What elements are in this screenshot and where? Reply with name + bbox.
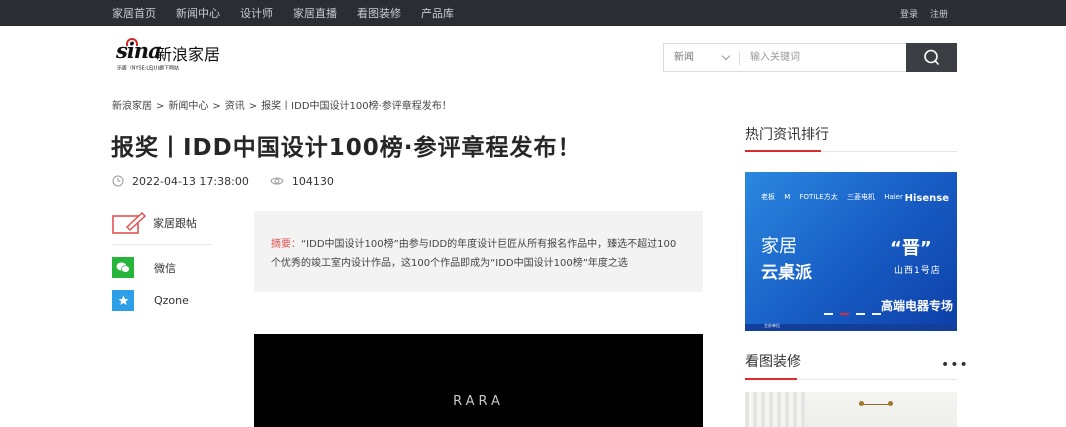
share-qzone-button[interactable]: Qzone (112, 290, 212, 311)
search-input[interactable] (740, 44, 907, 71)
top-nav: 家居首页 新闻中心 设计师 家居直播 看图装修 产品库 (112, 0, 474, 26)
breadcrumb-current: 报奖丨IDD中国设计100榜·参评章程发布！ (261, 101, 452, 112)
site-logo[interactable]: sina 新浪家居 乐居（NYSE:LEJU)旗下网站 (112, 36, 237, 76)
account-links: 登录 注册 (888, 0, 948, 26)
breadcrumb-separator: > (248, 101, 258, 112)
ad-dot[interactable] (856, 313, 865, 315)
top-nav-products[interactable]: 产品库 (421, 5, 454, 21)
ad-logo: FOTILE方太 (799, 193, 838, 201)
top-nav-home[interactable]: 家居首页 (112, 5, 156, 21)
view-count: 104130 (291, 174, 334, 188)
search-icon (924, 49, 940, 66)
hot-news-accent (745, 150, 821, 152)
logo-name: 新浪家居 (156, 45, 221, 64)
ad-headline-2: 云桌派 (761, 263, 812, 283)
breadcrumb-info[interactable]: 资讯 (225, 101, 245, 112)
share-wechat-button[interactable]: 微信 (112, 257, 212, 278)
qzone-label: Qzone (154, 294, 189, 307)
ad-footnote: 主办单位 (764, 323, 781, 329)
summary-text: “IDD中国设计100榜”由参与IDD的年度设计巨匠从所有报名作品中，臻选不超过… (271, 239, 677, 269)
breadcrumb: 新浪家居 > 新闻中心 > 资讯 > 报奖丨IDD中国设计100榜·参评章程发布！ (112, 97, 452, 112)
breadcrumb-separator: > (156, 101, 165, 112)
gallery-thumbnail[interactable] (745, 392, 957, 427)
publish-time: 2022-04-13 17:38:00 (132, 174, 249, 188)
ad-dot-active[interactable] (840, 313, 849, 315)
ad-quote-subtitle: 山西1号店 (894, 266, 941, 276)
clock-icon (112, 175, 124, 187)
ad-bottom-caption: 高端电器专场 (881, 299, 954, 313)
top-nav-designer[interactable]: 设计师 (240, 5, 273, 21)
chevron-down-icon[interactable] (721, 51, 731, 61)
gallery-title: 看图装修 (745, 354, 801, 370)
ad-carousel-dots[interactable] (824, 313, 888, 315)
register-link[interactable]: 注册 (930, 7, 948, 20)
search-bar: 新闻 (663, 43, 957, 72)
top-nav-live[interactable]: 家居直播 (293, 5, 337, 21)
ad-quote: “晋” (890, 238, 932, 259)
top-nav-gallery[interactable]: 看图装修 (357, 5, 401, 21)
search-category-select[interactable]: 新闻 (674, 44, 694, 71)
more-icon[interactable]: ••• (941, 357, 969, 373)
login-link[interactable]: 登录 (900, 7, 918, 20)
follow-comment-label: 家居跟帖 (153, 216, 197, 230)
ad-logo: 三菱电机 (846, 193, 875, 201)
article-summary: 摘要：“IDD中国设计100榜”由参与IDD的年度设计巨匠从所有报名作品中，臻选… (254, 211, 703, 292)
ad-dot[interactable] (824, 313, 833, 315)
thumbnail-lamp (859, 401, 893, 406)
breadcrumb-separator: > (212, 101, 221, 112)
ad-dot[interactable] (872, 313, 881, 315)
article-video[interactable]: RARA (254, 334, 703, 427)
share-panel: 家居跟帖 微信 Qzone (112, 209, 212, 311)
gallery-accent (745, 378, 797, 380)
article-title: 报奖丨IDD中国设计100榜·参评章程发布！ (111, 135, 582, 161)
logo-subtitle: 乐居（NYSE:LEJU)旗下网站 (117, 65, 179, 72)
logo-mark: sina (116, 38, 162, 63)
thumbnail-curtain (745, 392, 805, 427)
ad-logo: 老板 (761, 193, 775, 201)
search-button[interactable] (906, 43, 957, 72)
follow-comment-button[interactable]: 家居跟帖 (112, 209, 212, 245)
video-brand: RARA (453, 394, 504, 409)
edit-icon (112, 211, 146, 234)
article-meta: 2022-04-13 17:38:00 104130 (112, 173, 334, 189)
ad-logo: M (784, 193, 791, 201)
ad-banner[interactable]: 老板 M FOTILE方太 三菱电机 Haier Hisense 家居 云桌派 … (745, 172, 957, 331)
summary-label: 摘要： (271, 239, 301, 250)
hot-news-title: 热门资讯排行 (745, 127, 829, 143)
qzone-star-icon (112, 290, 134, 311)
top-nav-news[interactable]: 新闻中心 (176, 5, 220, 21)
breadcrumb-home[interactable]: 新浪家居 (112, 101, 152, 112)
ad-hisense-logo: Hisense (904, 193, 949, 204)
eye-icon (270, 177, 284, 185)
breadcrumb-news[interactable]: 新闻中心 (168, 101, 208, 112)
wechat-label: 微信 (154, 261, 176, 275)
top-bar: 家居首页 新闻中心 设计师 家居直播 看图装修 产品库 登录 注册 (0, 0, 1066, 26)
ad-headline-1: 家居 (761, 236, 797, 257)
wechat-icon (112, 257, 134, 278)
ad-logo: Haier (884, 193, 903, 201)
